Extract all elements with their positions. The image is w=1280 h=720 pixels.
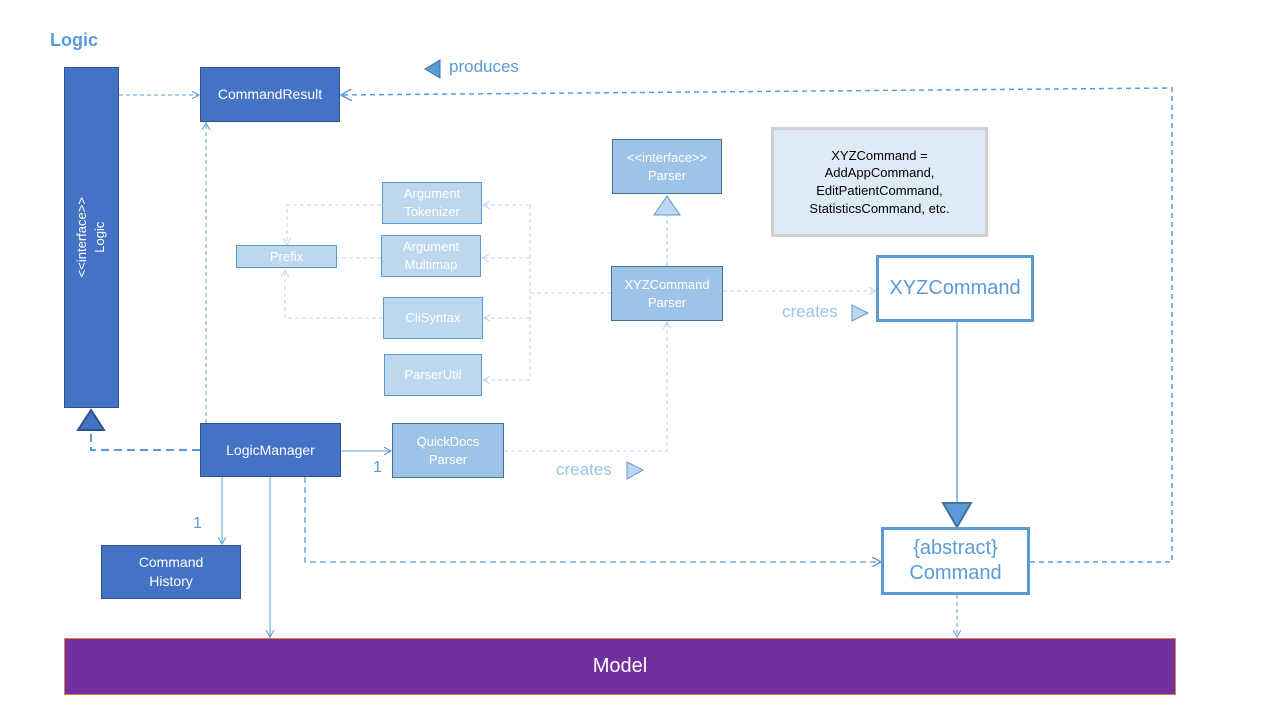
inheritance-triangle-icon xyxy=(941,502,973,529)
quickdocs-parser-line-2: Parser xyxy=(428,451,468,467)
creates-label-1: creates xyxy=(782,302,838,321)
realization-triangle-icon xyxy=(76,408,106,431)
model-label: Model xyxy=(592,655,648,677)
quickdocs-parser-line-1: QuickDocs xyxy=(416,433,480,449)
multiplicity-history: 1 xyxy=(193,515,202,532)
creates-triangle-icon-2 xyxy=(626,461,645,480)
note-line-3: EditPatientCommand, xyxy=(816,183,943,198)
xyz-command-label: XYZCommand xyxy=(889,277,1021,299)
abstract-command-line-2: Command xyxy=(909,562,1002,584)
produces-triangle-icon xyxy=(424,59,441,79)
prefix-label: Prefix xyxy=(269,248,304,264)
logic-manager-box[interactable]: LogicManager xyxy=(200,423,341,477)
parser-util-box[interactable]: ParserUtil xyxy=(384,354,482,396)
cli-syntax-label: CliSyntax xyxy=(405,310,461,326)
logic-interface-box[interactable]: <<interface>> Logic xyxy=(64,67,119,408)
parser-interface-box[interactable]: <<interface>> Parser xyxy=(612,139,722,194)
cli-syntax-box[interactable]: CliSyntax xyxy=(383,297,483,339)
edge-logicmanager-command xyxy=(304,477,881,562)
note-box: XYZCommand = AddAppCommand, EditPatientC… xyxy=(771,127,988,237)
quickdocs-parser-box[interactable]: QuickDocs Parser xyxy=(392,423,504,478)
abstract-command-box[interactable]: {abstract} Command xyxy=(881,527,1030,595)
edge-tokenizer-prefix xyxy=(287,204,381,245)
note-line-2: AddAppCommand, xyxy=(824,165,935,181)
command-history-line-2: History xyxy=(149,573,193,589)
argument-multimap-line-2: Multimap xyxy=(404,257,458,272)
parser-stereotype: <<interface>> xyxy=(626,149,708,165)
note-line-1: XYZCommand = xyxy=(831,147,928,163)
parser-util-label: ParserUtil xyxy=(404,367,462,383)
multiplicity-parser: 1 xyxy=(373,459,382,476)
argument-multimap-box[interactable]: Argument Multimap xyxy=(381,235,481,277)
argument-tokenizer-box[interactable]: Argument Tokenizer xyxy=(382,182,482,224)
xyz-command-parser-line-2: Parser xyxy=(647,294,687,310)
logic-manager-label: LogicManager xyxy=(226,441,315,458)
edge-quickdocs-xyzparser xyxy=(504,322,667,452)
logic-name: Logic xyxy=(92,221,108,254)
edge-clisyntax-prefix xyxy=(285,270,383,319)
parser-name: Parser xyxy=(647,167,687,183)
abstract-command-line-1: {abstract} xyxy=(913,537,998,559)
creates-label-2: creates xyxy=(556,460,612,479)
parser-realization-triangle-icon xyxy=(653,195,681,216)
xyz-command-parser-box[interactable]: XYZCommand Parser xyxy=(611,266,723,321)
command-result-box[interactable]: CommandResult xyxy=(200,67,340,122)
command-result-label: CommandResult xyxy=(217,86,323,103)
edge-logicmanager-logic xyxy=(90,430,200,451)
xyz-command-box[interactable]: XYZCommand xyxy=(876,255,1034,322)
diagram-title: Logic xyxy=(50,30,98,50)
note-line-4: StatisticsCommand, etc. xyxy=(809,200,950,216)
xyz-command-parser-line-1: XYZCommand xyxy=(624,276,710,292)
model-box[interactable]: Model xyxy=(64,638,1176,695)
creates-triangle-icon-1 xyxy=(851,304,870,322)
command-history-box[interactable]: Command History xyxy=(101,545,241,599)
argument-tokenizer-line-1: Argument xyxy=(403,186,461,202)
argument-multimap-line-1: Argument xyxy=(402,239,460,255)
logic-stereotype: <<interface>> xyxy=(74,197,90,278)
argument-tokenizer-line-2: Tokenizer xyxy=(404,204,460,219)
produces-label: produces xyxy=(449,57,519,76)
prefix-box[interactable]: Prefix xyxy=(236,245,337,268)
command-history-line-1: Command xyxy=(138,554,204,571)
connectors-layer xyxy=(76,59,1173,720)
